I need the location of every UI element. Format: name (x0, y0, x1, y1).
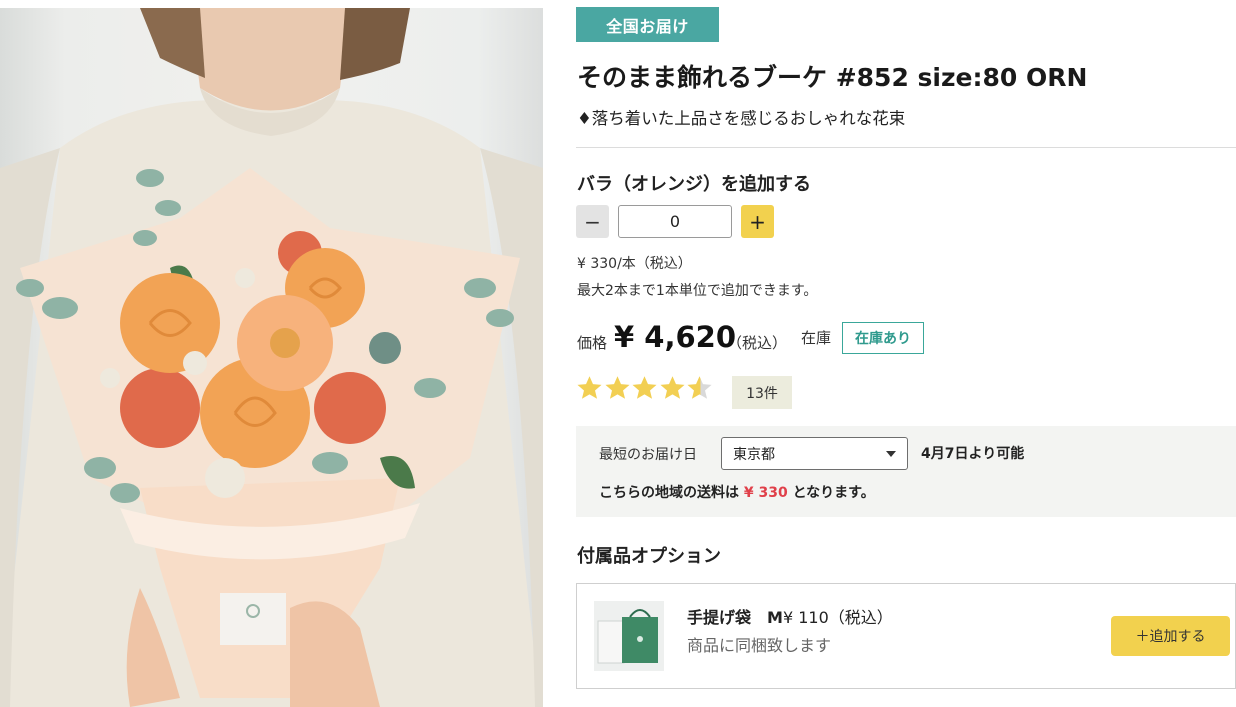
rating-stars[interactable] (576, 374, 714, 402)
divider (576, 147, 1236, 148)
price-label: 価格 (577, 334, 608, 352)
option-name: 手提げ袋 M¥ 110（税込） (687, 604, 893, 628)
gift-bag-thumbnail (594, 601, 664, 671)
product-photo[interactable] (0, 8, 543, 707)
quantity-decrease-button[interactable]: − (576, 205, 609, 238)
earliest-delivery-date: 4月7日より可能 (921, 446, 1025, 462)
delivery-date-label: 最短のお届け日 (599, 447, 697, 463)
chevron-down-icon (886, 451, 896, 457)
addon-unit-price: ¥ 330/本（税込） (577, 256, 692, 272)
region-select[interactable]: 東京都 (721, 437, 908, 470)
stock-status-badge: 在庫あり (842, 322, 924, 354)
quantity-increase-button[interactable]: + (741, 205, 774, 238)
option-card-gift-bag: 手提げ袋 M¥ 110（税込） 商品に同梱致します ＋追加する (576, 583, 1236, 689)
accessory-options-title: 付属品オプション (577, 546, 721, 567)
addon-rose-title: バラ（オレンジ）を追加する (577, 174, 811, 195)
product-info: 全国お届け そのまま飾れるブーケ #852 size:80 ORN ♦落ち着いた… (576, 0, 1236, 707)
price-value: ¥ 4,620 (614, 320, 737, 354)
product-title: そのまま飾れるブーケ #852 size:80 ORN (577, 63, 1088, 92)
shipping-fee-suffix: となります。 (792, 485, 875, 501)
shipping-fee-text: こちらの地域の送料は ¥ 330 となります。 (599, 482, 875, 502)
star-half-icon (686, 374, 713, 402)
option-description: 商品に同梱致します (687, 636, 832, 655)
delivery-info-box: 最短のお届け日 東京都 4月7日より可能 こちらの地域の送料は ¥ 330 とな… (576, 426, 1236, 517)
stock-label: 在庫 (801, 329, 832, 347)
addon-note: 最大2本まで1本単位で追加できます。 (577, 283, 818, 299)
product-subtitle: ♦落ち着いた上品さを感じるおしゃれな花束 (577, 109, 906, 128)
price-tax-note: （税込） (727, 334, 788, 352)
shipping-fee-prefix: こちらの地域の送料は (599, 485, 739, 501)
region-select-value: 東京都 (733, 446, 775, 463)
quantity-input[interactable] (618, 205, 732, 238)
star-icon (604, 374, 631, 402)
nationwide-delivery-badge: 全国お届け (576, 7, 719, 42)
add-option-button[interactable]: ＋追加する (1111, 616, 1230, 656)
option-name-text: 手提げ袋 M (687, 608, 783, 627)
star-icon (631, 374, 658, 402)
star-icon (576, 374, 603, 402)
option-price: ¥ 110（税込） (782, 608, 893, 627)
review-count-link[interactable]: 13件 (732, 376, 792, 409)
star-icon (659, 374, 686, 402)
shipping-fee-amount: ¥ 330 (743, 485, 788, 501)
bouquet-illustration (0, 8, 543, 707)
